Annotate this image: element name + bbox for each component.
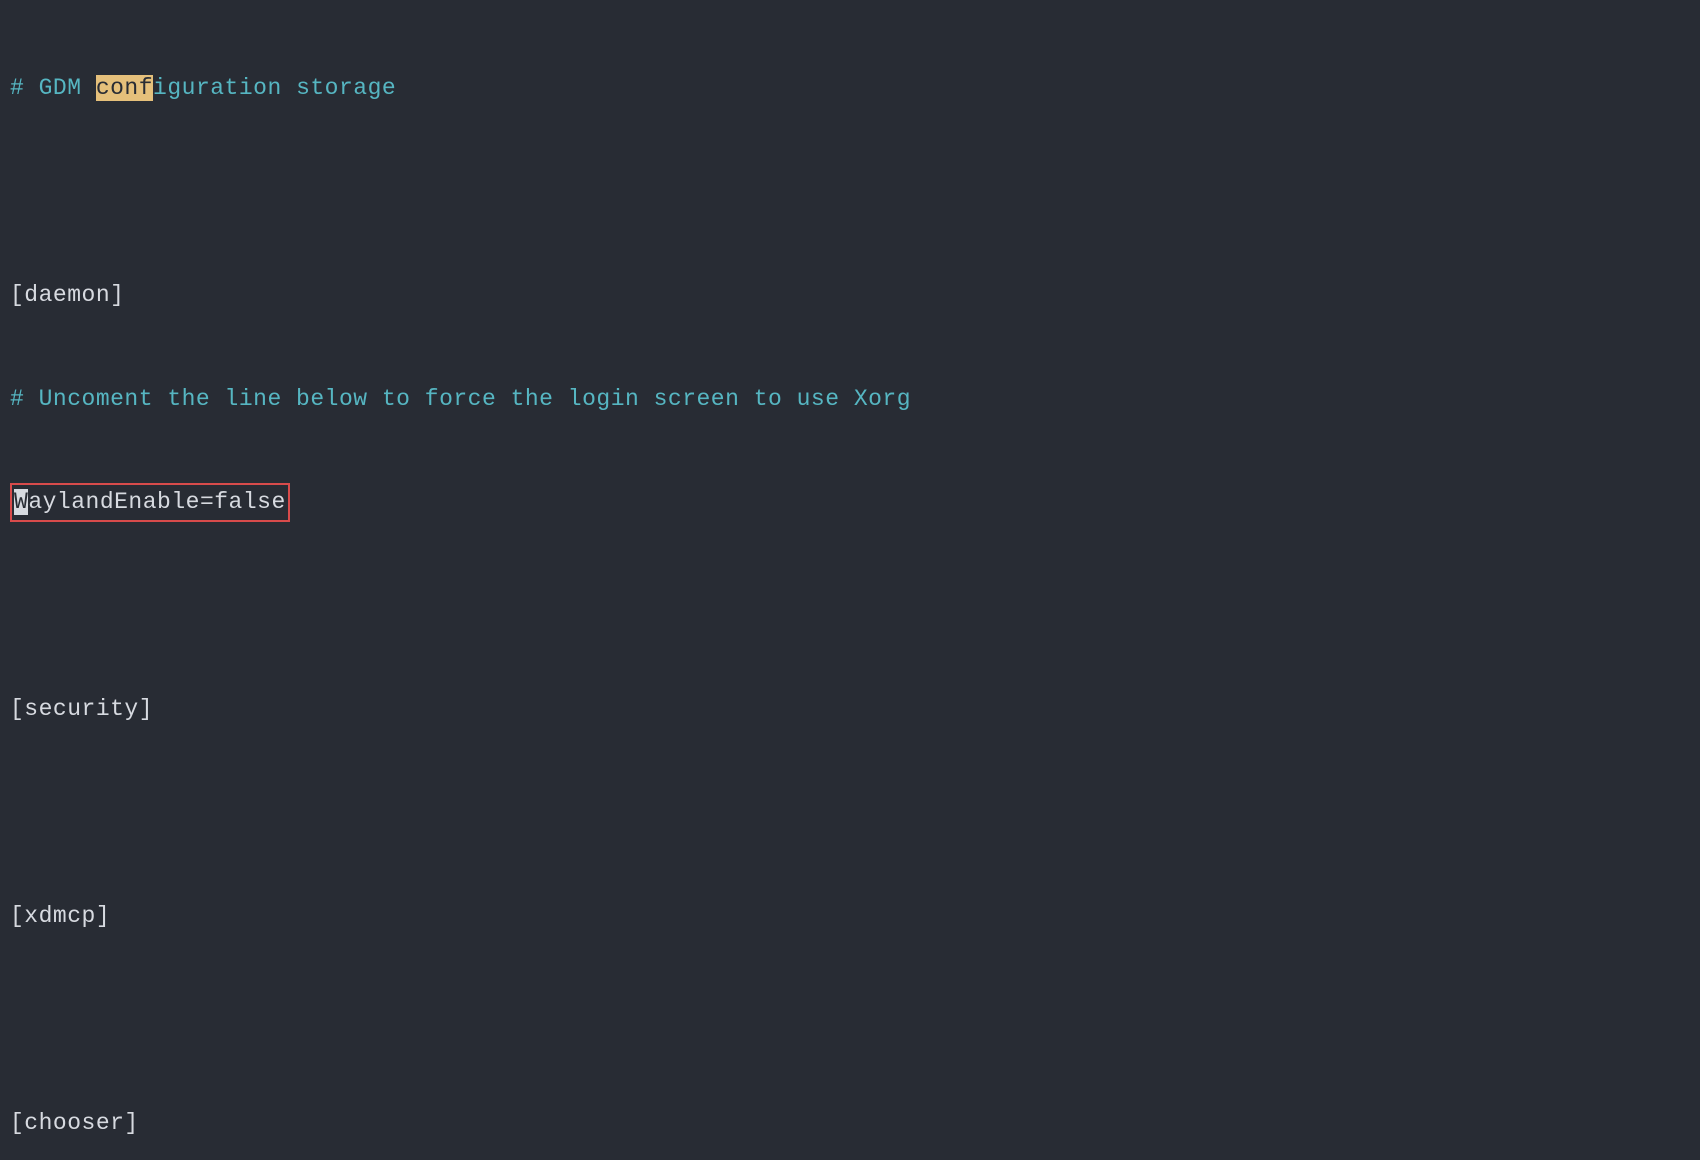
editor-line: [security] <box>10 692 1690 727</box>
editor-line: [xdmcp] <box>10 899 1690 934</box>
editor-line: [chooser] <box>10 1106 1690 1141</box>
section-header: [xdmcp] <box>10 903 110 929</box>
editor-line <box>10 1003 1690 1038</box>
editor-line: [daemon] <box>10 278 1690 313</box>
editor-line: # Uncoment the line below to force the l… <box>10 382 1690 417</box>
config-line: aylandEnable=false <box>28 489 285 515</box>
section-header: [security] <box>10 696 153 722</box>
editor-cursor: W <box>14 489 28 515</box>
text-editor-viewport[interactable]: # GDM configuration storage [daemon] # U… <box>10 2 1690 1160</box>
editor-line <box>10 796 1690 831</box>
comment-text: iguration storage <box>153 75 396 101</box>
comment-text: # GDM <box>10 75 96 101</box>
comment-text: # Uncoment the line below to force the l… <box>10 386 911 412</box>
annotation-highlight-box: WaylandEnable=false <box>10 483 290 522</box>
editor-line: WaylandEnable=false <box>10 485 1690 520</box>
editor-line: # GDM configuration storage <box>10 71 1690 106</box>
editor-line <box>10 589 1690 624</box>
section-header: [chooser] <box>10 1110 139 1136</box>
search-match-highlight: conf <box>96 75 153 101</box>
editor-line <box>10 175 1690 210</box>
section-header: [daemon] <box>10 282 124 308</box>
